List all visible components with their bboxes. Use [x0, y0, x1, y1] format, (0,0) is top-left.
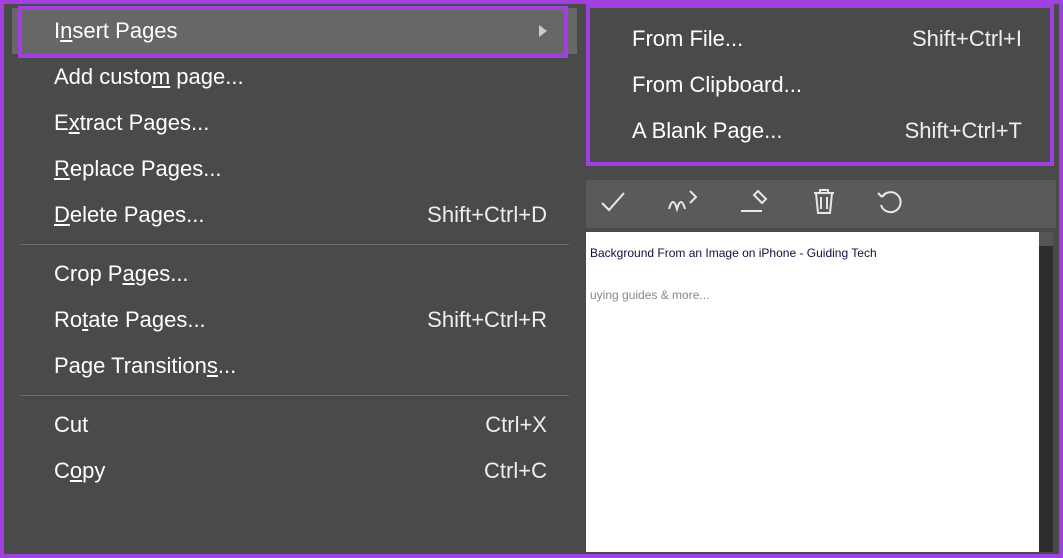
- menu-item-rotate-pages[interactable]: Rotate Pages... Shift+Ctrl+R: [12, 297, 577, 343]
- menu-label: Cut: [54, 412, 88, 438]
- menu-label: Insert Pages: [54, 18, 178, 44]
- vertical-scrollbar[interactable]: [1039, 232, 1053, 552]
- scrollbar-thumb[interactable]: [1039, 232, 1053, 246]
- shortcut-text: Shift+Ctrl+R: [427, 307, 547, 333]
- document-title: Background From an Image on iPhone - Gui…: [586, 246, 1044, 260]
- toolbar: [586, 180, 1056, 228]
- shortcut-text: Shift+Ctrl+T: [905, 118, 1022, 144]
- menu-label: Copy: [54, 458, 105, 484]
- context-menu: Insert Pages Add custom page... Extract …: [12, 4, 577, 494]
- menu-item-cut[interactable]: Cut Ctrl+X: [12, 402, 577, 448]
- menu-separator: [20, 395, 569, 396]
- menu-label: Extract Pages...: [54, 110, 209, 136]
- menu-label: From Clipboard...: [632, 72, 802, 98]
- rotate-icon[interactable]: [876, 187, 906, 222]
- insert-pages-submenu: From File... Shift+Ctrl+I From Clipboard…: [586, 4, 1054, 166]
- submenu-item-from-clipboard[interactable]: From Clipboard...: [590, 62, 1050, 108]
- menu-label: A Blank Page...: [632, 118, 782, 144]
- sign-icon[interactable]: [666, 187, 700, 222]
- menu-label: From File...: [632, 26, 743, 52]
- menu-separator: [20, 244, 569, 245]
- menu-item-insert-pages[interactable]: Insert Pages: [12, 8, 577, 54]
- submenu-item-blank-page[interactable]: A Blank Page... Shift+Ctrl+T: [590, 108, 1050, 154]
- menu-item-copy[interactable]: Copy Ctrl+C: [12, 448, 577, 494]
- document-subtext: uying guides & more...: [586, 288, 1044, 302]
- shortcut-text: Shift+Ctrl+I: [912, 26, 1022, 52]
- document-page: Background From an Image on iPhone - Gui…: [586, 232, 1044, 552]
- menu-item-delete-pages[interactable]: Delete Pages... Shift+Ctrl+D: [12, 192, 577, 238]
- menu-item-crop-pages[interactable]: Crop Pages...: [12, 251, 577, 297]
- menu-label: Replace Pages...: [54, 156, 222, 182]
- menu-label: Delete Pages...: [54, 202, 204, 228]
- submenu-arrow-icon: [539, 25, 547, 37]
- shortcut-text: Shift+Ctrl+D: [427, 202, 547, 228]
- menu-item-extract-pages[interactable]: Extract Pages...: [12, 100, 577, 146]
- menu-label: Rotate Pages...: [54, 307, 206, 333]
- menu-item-page-transitions[interactable]: Page Transitions...: [12, 343, 577, 389]
- trash-icon[interactable]: [810, 187, 838, 222]
- check-icon[interactable]: [598, 187, 628, 222]
- menu-label: Crop Pages...: [54, 261, 189, 287]
- menu-label: Page Transitions...: [54, 353, 236, 379]
- shortcut-text: Ctrl+C: [484, 458, 547, 484]
- menu-item-replace-pages[interactable]: Replace Pages...: [12, 146, 577, 192]
- shortcut-text: Ctrl+X: [485, 412, 547, 438]
- draw-icon[interactable]: [738, 187, 772, 222]
- submenu-item-from-file[interactable]: From File... Shift+Ctrl+I: [590, 16, 1050, 62]
- menu-label: Add custom page...: [54, 64, 244, 90]
- menu-item-add-custom-page[interactable]: Add custom page...: [12, 54, 577, 100]
